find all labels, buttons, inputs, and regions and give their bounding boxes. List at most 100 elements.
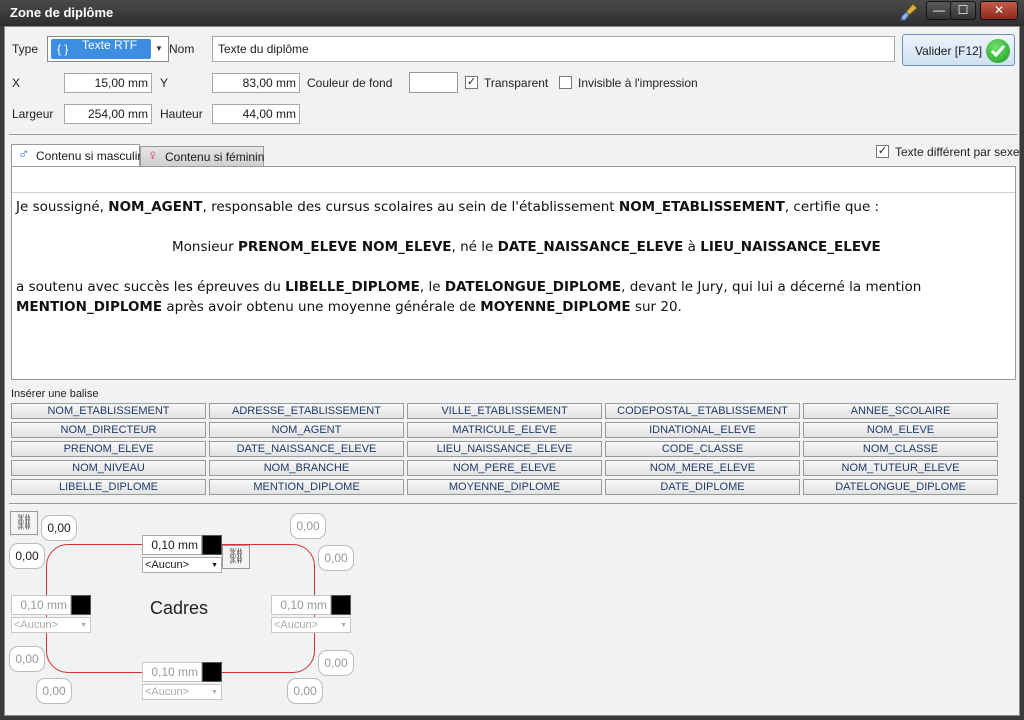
corner-top-left-inner[interactable]: 0,00 [9,543,45,569]
top-border-width[interactable]: 0,10 mm [142,535,202,555]
top-border-color[interactable] [202,535,222,555]
doc-line-2: Monsieur PRENOM_ELEVE NOM_ELEVE, né le D… [172,239,881,255]
tag-button-lieu-naissance-eleve[interactable]: LIEU_NAISSANCE_ELEVE [407,441,602,457]
chevron-down-icon: ▼ [340,622,347,629]
validate-label: Valider [F12] [915,44,983,58]
frame-title: Cadres [150,598,209,618]
width-input[interactable]: 254,00 mm [64,104,152,124]
diff-sex-checkbox[interactable]: ✓ [876,145,889,158]
corner-top-right-inner[interactable]: 0,00 [318,545,354,571]
corner-top-right-outer[interactable]: 0,00 [290,513,326,539]
tag-button-prenom-eleve[interactable]: PRENOM_ELEVE [11,441,206,457]
x-input[interactable]: 15,00 mm [64,73,152,93]
top-border-style[interactable]: <Aucun> ▼ [142,557,222,573]
chevron-down-icon: ▼ [80,622,87,629]
brush-icon[interactable] [899,2,921,22]
type-value: Texte RTF [82,38,138,52]
female-icon: ♀ [147,147,159,164]
dialog-content: Type { } Texte RTF ▼ Nom Texte du diplôm… [4,26,1020,716]
right-border-style[interactable]: <Aucun> ▼ [271,617,351,633]
corner-bottom-right-inner[interactable]: 0,00 [318,650,354,676]
tag-button-mention-diplome[interactable]: MENTION_DIPLOME [209,479,404,495]
invisible-print-label: Invisible à l'impression [578,76,698,90]
tag-button-nom-mere-eleve[interactable]: NOM_MERE_ELEVE [605,460,800,476]
left-border-width[interactable]: 0,10 mm [11,595,71,615]
check-icon [986,39,1010,63]
tag-button-code-classe[interactable]: CODE_CLASSE [605,441,800,457]
chevron-down-icon: ▼ [211,562,218,569]
tag-button-nom-branche[interactable]: NOM_BRANCHE [209,460,404,476]
tag-button-nom-tuteur-eleve[interactable]: NOM_TUTEUR_ELEVE [803,460,998,476]
document-text[interactable]: Je soussigné, NOM_AGENT, responsable des… [16,197,1006,317]
corner-bottom-left-inner[interactable]: 0,00 [9,646,45,672]
tag-button-annee-scolaire[interactable]: ANNEE_SCOLAIRE [803,403,998,419]
left-border-color[interactable] [71,595,91,615]
type-label: Type [12,42,39,56]
corner-bottom-right-outer[interactable]: 0,00 [287,678,323,704]
type-selected-value: { } Texte RTF [51,38,151,59]
name-input[interactable]: Texte du diplôme [212,36,895,62]
tag-button-libelle-diplome[interactable]: LIBELLE_DIPLOME [11,479,206,495]
chevron-down-icon[interactable]: ▼ [155,44,163,53]
width-label: Largeur [12,107,54,121]
corner-top-left-outer[interactable]: 0,00 [41,515,77,541]
y-label: Y [160,76,169,90]
bottom-border-color[interactable] [202,662,222,682]
diff-sex-label: Texte différent par sexe [895,145,1020,159]
dialog-window: Zone de diplôme — ☐ ✕ Type { } Texte RTF… [0,0,1024,720]
editor-ruler [12,167,1015,193]
left-border-style[interactable]: <Aucun> ▼ [11,617,91,633]
tag-button-codepostal-etablissement[interactable]: CODEPOSTAL_ETABLISSEMENT [605,403,800,419]
tag-button-nom-directeur[interactable]: NOM_DIRECTEUR [11,422,206,438]
chevron-down-icon: ▼ [211,689,218,696]
tag-button-datelongue-diplome[interactable]: DATELONGUE_DIPLOME [803,479,998,495]
tag-button-nom-eleve[interactable]: NOM_ELEVE [803,422,998,438]
name-label: Nom [169,42,195,56]
y-input[interactable]: 83,00 mm [212,73,300,93]
bg-color-picker[interactable] [409,72,458,93]
link-borders-button[interactable]: ⛓ [222,545,250,569]
tag-button-nom-agent[interactable]: NOM_AGENT [209,422,404,438]
tag-button-idnational-eleve[interactable]: IDNATIONAL_ELEVE [605,422,800,438]
rtf-editor[interactable]: Je soussigné, NOM_AGENT, responsable des… [11,166,1016,380]
close-button[interactable]: ✕ [980,1,1018,20]
maximize-button[interactable]: ☐ [950,1,976,20]
transparent-checkbox[interactable]: ✓ [465,76,478,89]
height-label: Hauteur [160,107,203,121]
tag-button-nom-etablissement[interactable]: NOM_ETABLISSEMENT [11,403,206,419]
link-corners-button[interactable]: ⛓ [10,511,38,535]
window-title: Zone de diplôme [10,5,114,20]
height-input[interactable]: 44,00 mm [212,104,300,124]
tag-button-matricule-eleve[interactable]: MATRICULE_ELEVE [407,422,602,438]
tab-feminine-label: Contenu si féminin [165,150,265,164]
validate-button[interactable]: Valider [F12] [902,34,1015,66]
tag-button-adresse-etablissement[interactable]: ADRESSE_ETABLISSEMENT [209,403,404,419]
tag-button-nom-classe[interactable]: NOM_CLASSE [803,441,998,457]
doc-line-1: Je soussigné, NOM_AGENT, responsable des… [16,199,880,215]
right-border-color[interactable] [331,595,351,615]
doc-line-3: a soutenu avec succès les épreuves du LI… [16,279,922,295]
doc-line-4: MENTION_DIPLOME après avoir obtenu une m… [16,299,682,315]
minimize-button[interactable]: — [926,1,952,20]
tag-button-ville-etablissement[interactable]: VILLE_ETABLISSEMENT [407,403,602,419]
bottom-border-style[interactable]: <Aucun> ▼ [142,684,222,700]
tab-masculine-label: Contenu si masculin [36,149,145,163]
tab-feminine[interactable]: ♀ Contenu si féminin [140,146,264,166]
x-label: X [12,76,21,90]
tag-button-nom-pere-eleve[interactable]: NOM_PERE_ELEVE [407,460,602,476]
bg-color-label: Couleur de fond [307,76,393,90]
transparent-label: Transparent [484,76,549,90]
tag-button-date-naissance-eleve[interactable]: DATE_NAISSANCE_ELEVE [209,441,404,457]
tab-masculine[interactable]: ♂ Contenu si masculin [11,144,144,166]
tag-button-date-diplome[interactable]: DATE_DIPLOME [605,479,800,495]
tag-button-moyenne-diplome[interactable]: MOYENNE_DIPLOME [407,479,602,495]
bottom-border-width[interactable]: 0,10 mm [142,662,202,682]
tag-button-nom-niveau[interactable]: NOM_NIVEAU [11,460,206,476]
right-border-width[interactable]: 0,10 mm [271,595,331,615]
insert-tag-label: Insérer une balise [11,388,99,400]
title-bar[interactable]: Zone de diplôme — ☐ ✕ [0,0,1024,26]
separator [9,503,1017,504]
invisible-print-checkbox[interactable] [559,76,572,89]
type-select[interactable]: { } Texte RTF ▼ [47,36,169,62]
corner-bottom-left-outer[interactable]: 0,00 [36,678,72,704]
